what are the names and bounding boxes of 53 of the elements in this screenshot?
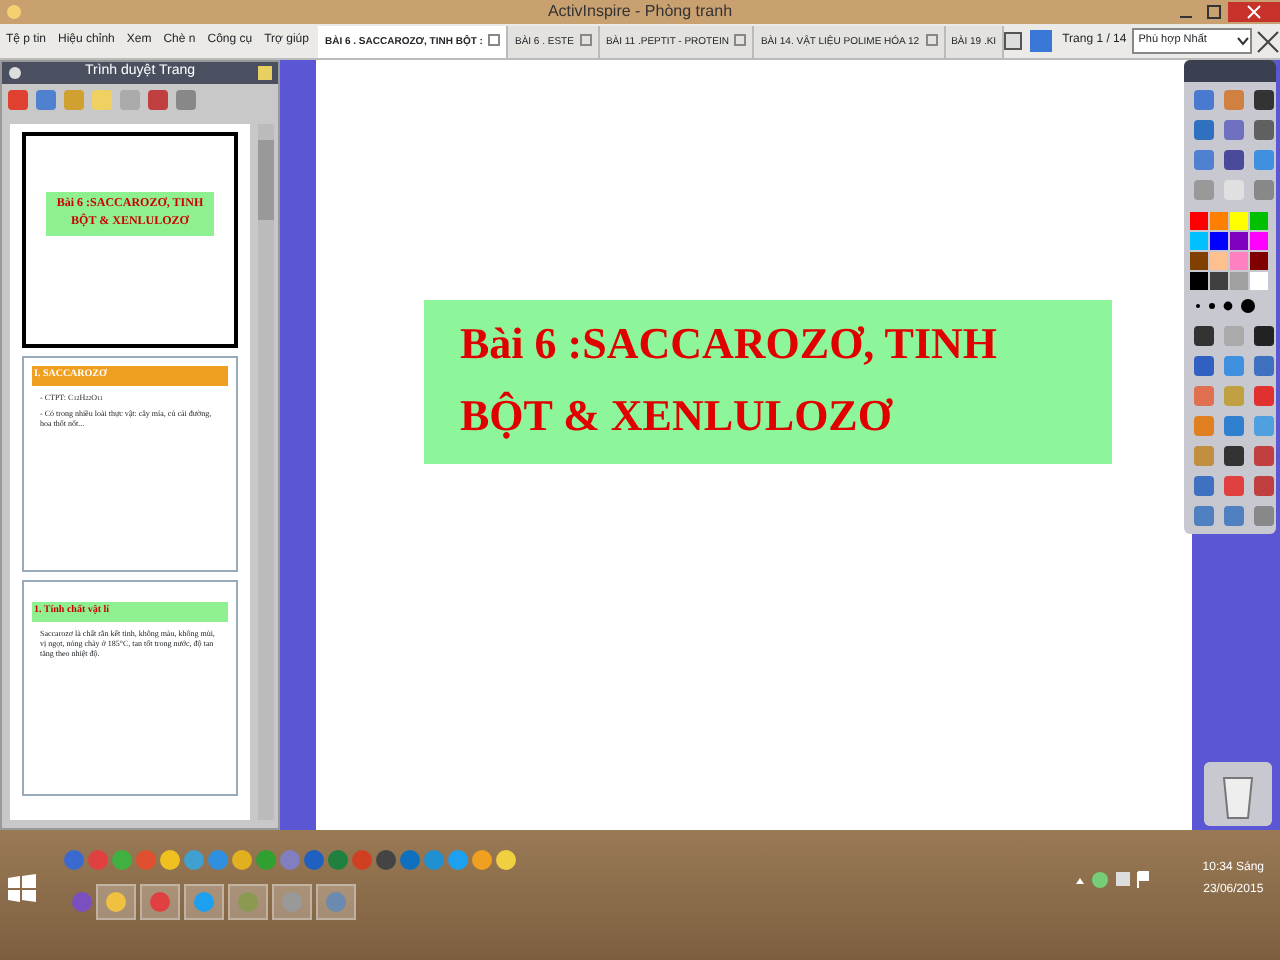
start-icon[interactable] — [8, 874, 36, 902]
color-swatch[interactable] — [1190, 232, 1208, 250]
trash-icon[interactable] — [1204, 762, 1272, 826]
app-icon — [150, 892, 170, 912]
close-button[interactable] — [1228, 2, 1280, 22]
tool-icon[interactable] — [1222, 444, 1246, 468]
slide-title: Bài 6 :SACCAROZƠ, TINH BỘT & XENLULOZƠ — [424, 300, 1112, 464]
color-swatch[interactable] — [1230, 272, 1248, 290]
tab-list-icon[interactable] — [1004, 32, 1023, 50]
taskbar-button[interactable] — [140, 884, 180, 920]
taskbar-button[interactable] — [184, 884, 224, 920]
app-icon — [106, 892, 126, 912]
taskbar-button[interactable] — [272, 884, 312, 920]
browser-tool-icon[interactable] — [34, 88, 58, 112]
app-icon — [282, 892, 302, 912]
taskbar-app-icon[interactable] — [72, 892, 92, 912]
taskbar-button[interactable] — [96, 884, 136, 920]
app-icon — [238, 892, 258, 912]
browser-tool-icon[interactable] — [62, 88, 86, 112]
color-swatch[interactable] — [1190, 252, 1208, 270]
color-swatch[interactable] — [1250, 272, 1268, 290]
color-swatch[interactable] — [1230, 252, 1248, 270]
tool-icon[interactable] — [1252, 88, 1276, 112]
app-icon — [326, 892, 346, 912]
browser-tool-icon[interactable] — [174, 88, 198, 112]
tray-icons[interactable] — [1072, 870, 1152, 890]
color-swatch[interactable] — [1190, 272, 1208, 290]
color-swatch[interactable] — [1250, 212, 1268, 230]
scrollbar-thumb[interactable] — [258, 140, 274, 220]
color-swatch[interactable] — [1250, 252, 1268, 270]
color-swatch[interactable] — [1230, 212, 1248, 230]
app-icon — [6, 4, 22, 20]
color-swatch[interactable] — [1210, 272, 1228, 290]
settings-icon[interactable] — [8, 66, 22, 80]
fullscreen-icon[interactable] — [1256, 29, 1280, 53]
color-swatch[interactable] — [1250, 232, 1268, 250]
color-swatch[interactable] — [1190, 212, 1208, 230]
pin-icon[interactable] — [258, 66, 272, 80]
color-swatch[interactable] — [1210, 252, 1228, 270]
color-swatch[interactable] — [1210, 212, 1228, 230]
tool-icon[interactable] — [1252, 324, 1276, 348]
taskbar-button[interactable] — [316, 884, 356, 920]
taskbar-button[interactable] — [228, 884, 268, 920]
browser-tool-icon[interactable] — [146, 88, 170, 112]
color-swatch[interactable] — [1210, 232, 1228, 250]
window-title: ActivInspire - Phòng tranh — [547, 0, 733, 24]
tool-icon[interactable] — [1192, 324, 1216, 348]
browser-tool-icon[interactable] — [118, 88, 142, 112]
color-swatch[interactable] — [1230, 232, 1248, 250]
app-icon — [194, 892, 214, 912]
tool-icon[interactable] — [1222, 148, 1246, 172]
browser-tool-icon[interactable] — [6, 88, 30, 112]
page-view-icon[interactable] — [1030, 30, 1053, 52]
